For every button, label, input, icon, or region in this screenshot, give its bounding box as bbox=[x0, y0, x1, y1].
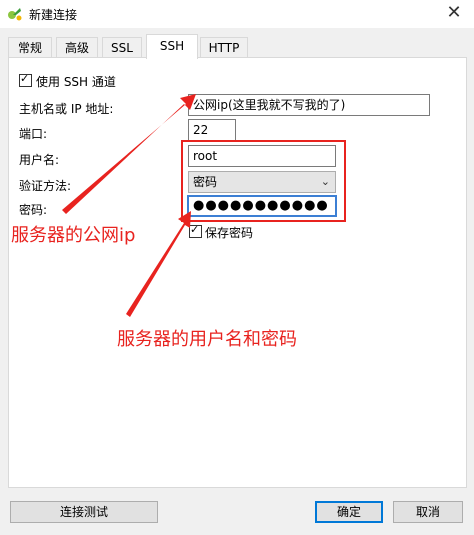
port-label: 端口: bbox=[19, 127, 48, 141]
annotation-server-ip: 服务器的公网ip bbox=[11, 225, 136, 246]
cancel-button[interactable]: 取消 bbox=[393, 501, 463, 523]
checkmark-icon: ✓ bbox=[190, 223, 200, 236]
port-input[interactable]: 22 bbox=[188, 119, 236, 141]
close-icon[interactable]: ✕ bbox=[444, 2, 464, 24]
save-password-label: 保存密码 bbox=[205, 226, 254, 240]
test-connection-button[interactable]: 连接测试 bbox=[10, 501, 158, 523]
use-ssh-label: 使用 SSH 通道 bbox=[36, 75, 116, 89]
tab-advanced[interactable]: 高级 bbox=[56, 37, 98, 58]
checkmark-icon: ✓ bbox=[20, 72, 30, 85]
annotation-server-credentials: 服务器的用户名和密码 bbox=[117, 329, 297, 350]
password-label: 密码: bbox=[19, 203, 48, 217]
save-password-checkbox[interactable]: ✓ bbox=[189, 223, 202, 238]
credentials-highlight-box bbox=[181, 140, 346, 222]
host-input[interactable]: 公网ip(这里我就不写我的了) bbox=[188, 94, 430, 116]
tab-general[interactable]: 常规 bbox=[8, 37, 52, 58]
tab-ssl[interactable]: SSL bbox=[102, 37, 142, 58]
username-label: 用户名: bbox=[19, 153, 60, 167]
host-label: 主机名或 IP 地址: bbox=[19, 102, 114, 116]
ok-button[interactable]: 确定 bbox=[315, 501, 383, 523]
window-title: 新建连接 bbox=[29, 8, 78, 22]
tab-ssh[interactable]: SSH bbox=[146, 34, 198, 59]
use-ssh-checkbox[interactable]: ✓ bbox=[19, 72, 32, 87]
navicat-icon bbox=[8, 8, 22, 21]
auth-method-label: 验证方法: bbox=[19, 179, 72, 193]
tab-http[interactable]: HTTP bbox=[200, 37, 248, 58]
ssh-settings-panel bbox=[8, 57, 467, 488]
title-bar: 新建连接 ✕ bbox=[0, 0, 474, 28]
